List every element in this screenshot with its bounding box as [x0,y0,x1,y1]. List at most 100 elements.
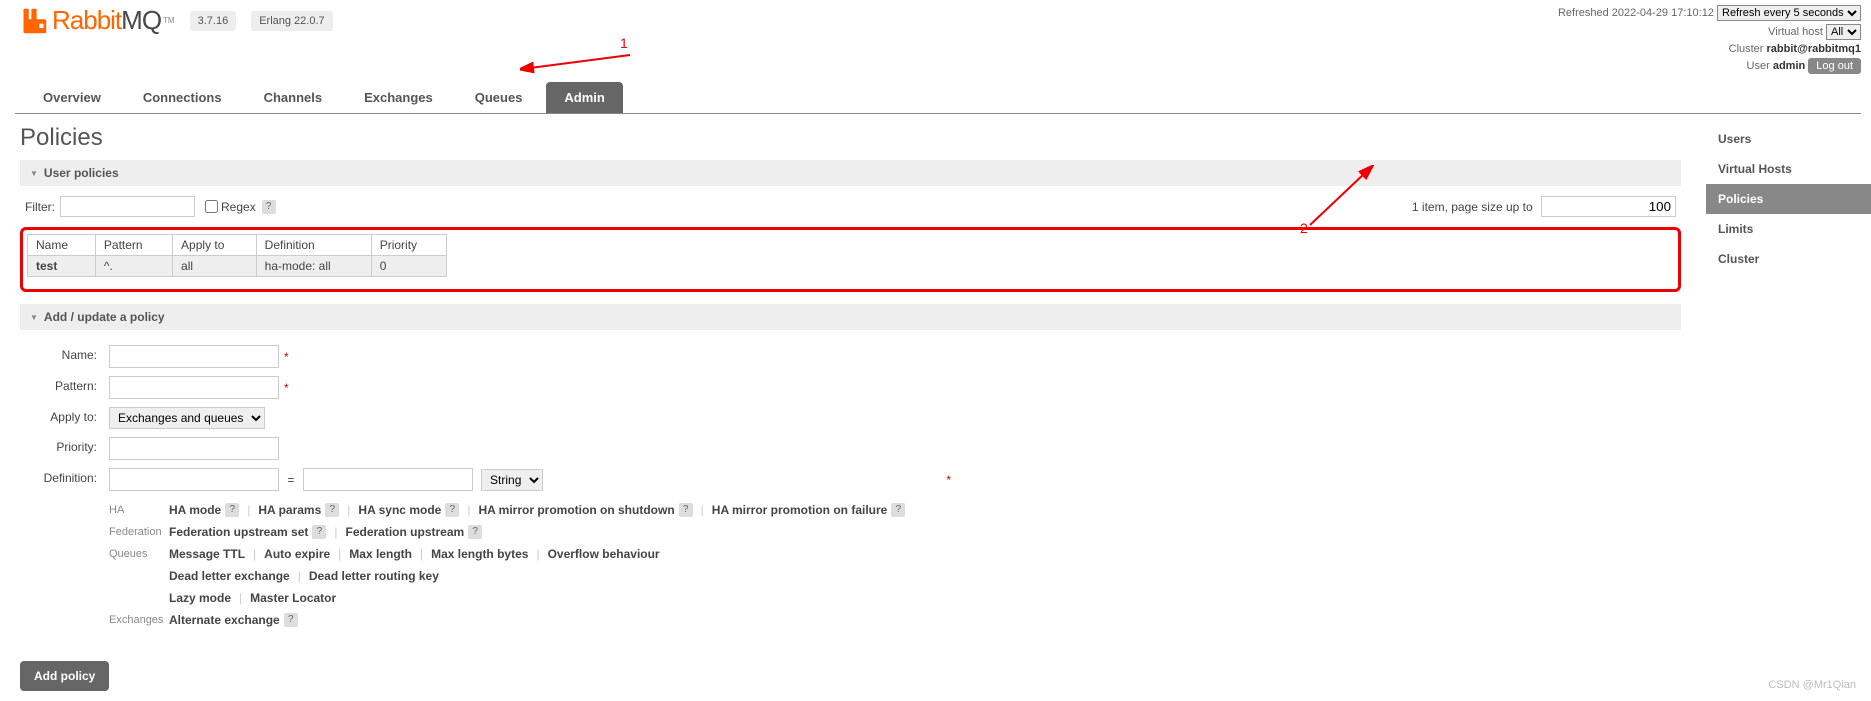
logo-text-primary: Rabbit [52,5,121,35]
page-title: Policies [20,124,1681,152]
hint-ha-mode[interactable]: HA mode [169,503,221,517]
section-add-update-policy[interactable]: Add / update a policy [20,304,1681,330]
page-info-text: 1 item, page size up to [1412,200,1533,214]
table-row[interactable]: test ^. all ha-mode: all 0 [28,256,447,277]
refreshed-label: Refreshed [1558,7,1609,19]
hint-ha-sync-mode[interactable]: HA sync mode [358,503,441,517]
hint-max-length-bytes[interactable]: Max length bytes [431,547,528,561]
vhost-select[interactable]: All [1826,24,1861,40]
regex-label: Regex [221,200,256,214]
tab-admin[interactable]: Admin [546,82,622,113]
help-icon[interactable]: ? [891,503,905,517]
regex-checkbox[interactable] [205,200,218,213]
hint-dlx[interactable]: Dead letter exchange [169,569,290,583]
cluster-value: rabbit@rabbitmq1 [1767,43,1861,55]
hint-queues-label: Queues [109,548,169,560]
name-input[interactable] [109,345,279,368]
help-icon[interactable]: ? [312,525,326,539]
required-marker: * [284,381,289,395]
hint-ha-mirror-failure[interactable]: HA mirror promotion on failure [712,503,888,517]
required-marker: * [284,350,289,364]
help-icon[interactable]: ? [225,503,239,517]
hint-master-locator[interactable]: Master Locator [250,591,336,605]
vhost-label: Virtual host [1768,26,1823,38]
hint-dlk[interactable]: Dead letter routing key [309,569,439,583]
form-priority-label: Priority: [22,434,102,463]
tab-overview[interactable]: Overview [25,82,119,113]
refreshed-time: 2022-04-29 17:10:12 [1612,7,1714,19]
form-name-label: Name: [22,342,102,371]
cell-priority: 0 [371,256,446,277]
cell-apply-to: all [173,256,257,277]
sidebar-item-policies[interactable]: Policies [1706,184,1871,214]
help-icon[interactable]: ? [468,525,482,539]
th-pattern[interactable]: Pattern [95,235,172,256]
filter-label: Filter: [25,200,55,214]
hint-fed-upstream[interactable]: Federation upstream [346,525,465,539]
definition-key-input[interactable] [109,468,279,491]
tab-exchanges[interactable]: Exchanges [346,82,451,113]
form-pattern-label: Pattern: [22,373,102,402]
hint-overflow[interactable]: Overflow behaviour [548,547,660,561]
cell-pattern: ^. [95,256,172,277]
main-tabs: Overview Connections Channels Exchanges … [15,82,1861,114]
policy-table: Name Pattern Apply to Definition Priorit… [27,234,447,277]
definition-value-input[interactable] [303,468,473,491]
th-apply-to[interactable]: Apply to [173,235,257,256]
erlang-version-badge: Erlang 22.0.7 [251,11,332,31]
refresh-interval-select[interactable]: Refresh every 5 seconds [1717,5,1861,21]
logout-button[interactable]: Log out [1808,58,1861,74]
help-icon[interactable]: ? [284,613,298,627]
hint-message-ttl[interactable]: Message TTL [169,547,245,561]
form-definition-label: Definition: [22,465,102,634]
priority-input[interactable] [109,437,279,460]
tab-channels[interactable]: Channels [246,82,341,113]
filter-input[interactable] [60,196,195,217]
logo-tm: TM [163,16,175,25]
tab-connections[interactable]: Connections [125,82,240,113]
hint-ha-mirror-shutdown[interactable]: HA mirror promotion on shutdown [478,503,674,517]
cell-name: test [28,256,96,277]
hint-alternate-exchange[interactable]: Alternate exchange [169,613,280,627]
version-badge: 3.7.16 [190,11,237,31]
sidebar-item-cluster[interactable]: Cluster [1706,244,1871,274]
admin-sidebar: Users Virtual Hosts Policies Limits Clus… [1706,124,1871,691]
definition-type-select[interactable]: String [481,469,543,491]
sidebar-item-users[interactable]: Users [1706,124,1871,154]
th-priority[interactable]: Priority [371,235,446,256]
sidebar-item-virtual-hosts[interactable]: Virtual Hosts [1706,154,1871,184]
hint-lazy-mode[interactable]: Lazy mode [169,591,231,605]
logo[interactable]: RabbitMQ TM [20,5,175,36]
apply-to-select[interactable]: Exchanges and queues [109,407,265,429]
user-label: User [1747,60,1770,72]
sidebar-item-limits[interactable]: Limits [1706,214,1871,244]
th-definition[interactable]: Definition [256,235,371,256]
hint-auto-expire[interactable]: Auto expire [264,547,330,561]
help-icon[interactable]: ? [445,503,459,517]
required-marker: * [946,473,951,487]
th-name[interactable]: Name [28,235,96,256]
equals-sign: = [287,473,294,487]
help-icon[interactable]: ? [679,503,693,517]
policy-table-annotation-box: Name Pattern Apply to Definition Priorit… [20,227,1681,292]
hint-federation-label: Federation [109,526,169,538]
section-user-policies[interactable]: User policies [20,160,1681,186]
tab-queues[interactable]: Queues [457,82,541,113]
logo-text-secondary: MQ [121,5,161,35]
pattern-input[interactable] [109,376,279,399]
hint-fed-upstream-set[interactable]: Federation upstream set [169,525,308,539]
cluster-label: Cluster [1729,43,1764,55]
hint-ha-params[interactable]: HA params [258,503,321,517]
help-icon[interactable]: ? [325,503,339,517]
user-value: admin [1773,60,1805,72]
regex-help-icon[interactable]: ? [262,200,276,214]
add-policy-button[interactable]: Add policy [20,661,109,691]
cell-definition: ha-mode: all [256,256,371,277]
rabbitmq-icon [20,7,48,35]
hint-ha-label: HA [109,504,169,516]
hint-max-length[interactable]: Max length [349,547,412,561]
watermark: CSDN @Mr1Qian [1768,679,1856,691]
page-size-input[interactable] [1541,196,1676,217]
hint-exchanges-label: Exchanges [109,614,169,626]
form-apply-to-label: Apply to: [22,404,102,432]
